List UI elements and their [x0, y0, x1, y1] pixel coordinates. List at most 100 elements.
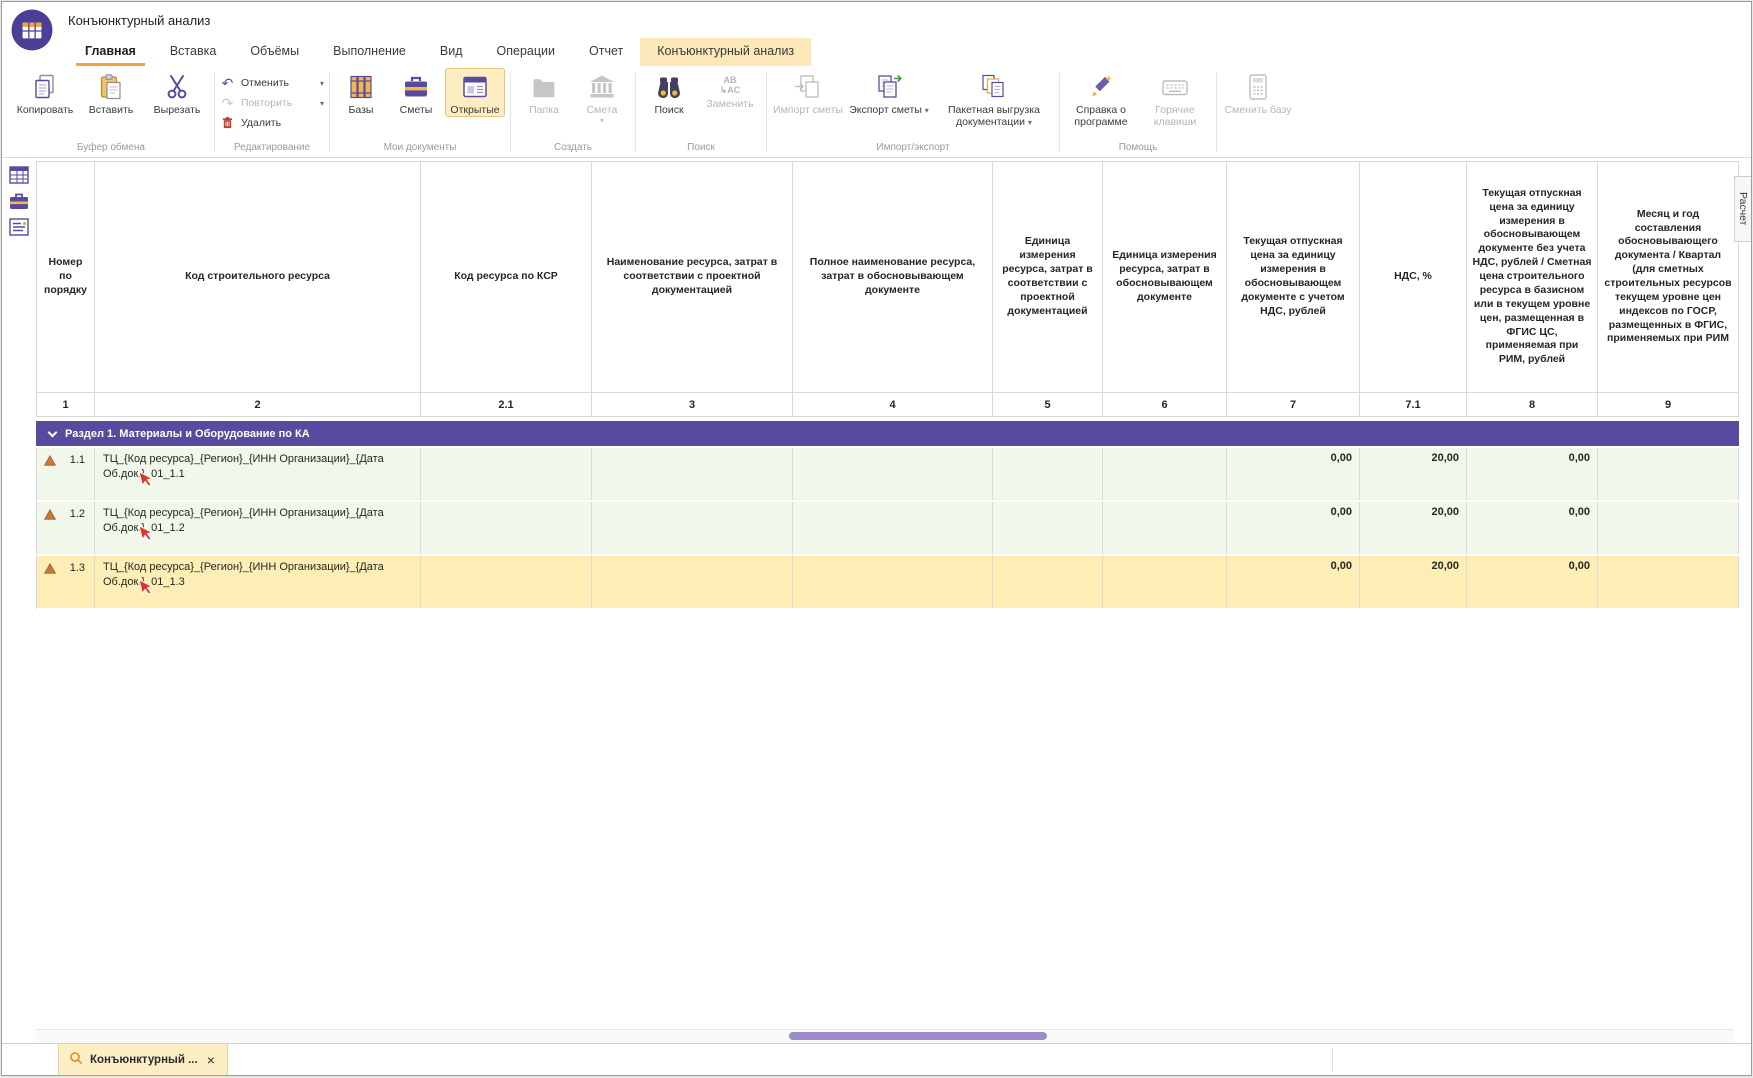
horizontal-scrollbar[interactable]: [36, 1029, 1734, 1042]
tab-obyomy[interactable]: Объёмы: [233, 38, 316, 66]
table-cell[interactable]: 1.1: [37, 448, 95, 500]
about-button[interactable]: Справка о программе: [1065, 68, 1137, 130]
delete-button[interactable]: Удалить: [220, 115, 324, 131]
table-cell[interactable]: [1598, 556, 1739, 608]
table-cell[interactable]: [793, 502, 993, 554]
column-header[interactable]: НДС, %: [1360, 162, 1467, 392]
vat-percent-cell[interactable]: 20,00: [1360, 556, 1467, 608]
price-with-vat-cell[interactable]: 0,00: [1227, 448, 1360, 500]
table-cell[interactable]: [793, 448, 993, 500]
list-panel-icon[interactable]: [8, 217, 30, 237]
column-header[interactable]: Месяц и год составления обосновывающего …: [1598, 162, 1739, 392]
tab-otchet[interactable]: Отчет: [572, 38, 640, 66]
table-cell[interactable]: [592, 556, 793, 608]
price-with-vat-cell[interactable]: 0,00: [1227, 556, 1360, 608]
column-header[interactable]: Полное наименование ресурса, затрат в об…: [793, 162, 993, 392]
new-folder-button[interactable]: Папка: [516, 68, 572, 117]
redo-button[interactable]: ↷ Повторить ▾: [220, 95, 324, 111]
import-estimate-button[interactable]: Импорт сметы: [772, 68, 844, 117]
table-view-icon[interactable]: [8, 165, 30, 185]
column-header-label: Месяц и год составления обосновывающего …: [1603, 208, 1733, 347]
chevron-down-icon[interactable]: ▾: [320, 99, 324, 108]
left-panel-rail: [2, 160, 36, 243]
table-cell[interactable]: 1.2: [37, 502, 95, 554]
table-cell[interactable]: [421, 556, 592, 608]
table-cell[interactable]: [1103, 502, 1227, 554]
column-header[interactable]: Номер по порядку: [37, 162, 95, 392]
column-header[interactable]: Наименование ресурса, затрат в соответст…: [592, 162, 793, 392]
chevron-down-icon[interactable]: [48, 427, 58, 437]
table-row[interactable]: 1.2 ТЦ_{Код ресурса}_{Регион}_{ИНН Орган…: [36, 502, 1739, 556]
table-cell[interactable]: [1598, 448, 1739, 500]
scrollbar-thumb[interactable]: [789, 1032, 1047, 1040]
batch-upload-button[interactable]: Пакетная выгрузка документации ▾: [934, 68, 1054, 130]
column-header[interactable]: Единица измерения ресурса, затрат в обос…: [1103, 162, 1227, 392]
table-cell[interactable]: ТЦ_{Код ресурса}_{Регион}_{ИНН Организац…: [95, 448, 421, 500]
tab-label: Операции: [497, 44, 555, 58]
chevron-down-icon[interactable]: ▾: [925, 106, 929, 115]
tab-vid[interactable]: Вид: [423, 38, 480, 66]
vat-percent-cell[interactable]: 20,00: [1360, 502, 1467, 554]
column-header[interactable]: Текущая отпускная цена за единицу измере…: [1227, 162, 1360, 392]
copy-icon: [30, 72, 60, 102]
change-base-button[interactable]: Сменить базу: [1222, 68, 1294, 117]
table-cell[interactable]: [421, 502, 592, 554]
vat-percent-cell[interactable]: 20,00: [1360, 448, 1467, 500]
undo-button[interactable]: ↶ Отменить ▾: [220, 75, 324, 91]
price-without-vat-cell[interactable]: 0,00: [1467, 556, 1598, 608]
export-estimate-button[interactable]: Экспорт сметы ▾: [846, 68, 932, 117]
table-cell[interactable]: [1103, 448, 1227, 500]
find-button[interactable]: Поиск: [641, 68, 697, 117]
estimates-button[interactable]: Сметы: [389, 68, 443, 117]
new-estimate-button[interactable]: Смета ▾: [574, 68, 630, 126]
tab-vstavka[interactable]: Вставка: [153, 38, 233, 66]
table-cell[interactable]: ТЦ_{Код ресурса}_{Регион}_{ИНН Организац…: [95, 502, 421, 554]
column-number: 2: [95, 393, 421, 416]
ribbon-group-search: Поиск AB ↳AC Заменить Поиск: [636, 68, 766, 157]
table-cell[interactable]: [421, 448, 592, 500]
price-without-vat-cell[interactable]: 0,00: [1467, 448, 1598, 500]
table-cell[interactable]: [793, 556, 993, 608]
ribbon: Копировать Вставить Вырезать Буфер обмен…: [2, 66, 1751, 158]
side-tab-raschet[interactable]: Расчет: [1734, 176, 1751, 242]
table-cell[interactable]: 1.3: [37, 556, 95, 608]
table-cell[interactable]: [993, 448, 1103, 500]
hotkeys-button[interactable]: Горячие клавиши: [1139, 68, 1211, 130]
copy-button[interactable]: Копировать: [13, 68, 77, 117]
chevron-down-icon[interactable]: ▾: [320, 79, 324, 88]
column-header[interactable]: Текущая отпускная цена за единицу измере…: [1467, 162, 1598, 392]
tab-operacii[interactable]: Операции: [480, 38, 572, 66]
table-cell[interactable]: [993, 556, 1103, 608]
table-row-selected[interactable]: 1.3 ТЦ_{Код ресурса}_{Регион}_{ИНН Орган…: [36, 556, 1739, 610]
table-cell[interactable]: [592, 502, 793, 554]
chevron-down-icon[interactable]: ▾: [600, 116, 604, 125]
estimates-button-label: Сметы: [400, 104, 433, 116]
column-header[interactable]: Код строительного ресурса: [95, 162, 421, 392]
tab-glavnaya[interactable]: Главная: [68, 38, 153, 66]
table-cell[interactable]: ТЦ_{Код ресурса}_{Регион}_{ИНН Организац…: [95, 556, 421, 608]
column-header[interactable]: Код ресурса по КСР: [421, 162, 592, 392]
tab-konyunkturny-analiz[interactable]: Конъюнктурный анализ: [640, 38, 811, 66]
briefcase-icon: [401, 72, 431, 102]
open-documents-button[interactable]: Открытые: [445, 68, 505, 117]
bases-button[interactable]: Базы: [335, 68, 387, 117]
help-pencil-icon: [1086, 72, 1116, 102]
chevron-down-icon[interactable]: ▾: [1028, 118, 1032, 127]
close-icon[interactable]: ×: [205, 1052, 217, 1068]
section-row[interactable]: Раздел 1. Материалы и Оборудование по КА: [36, 421, 1739, 446]
table-cell[interactable]: [592, 448, 793, 500]
briefcase-panel-icon[interactable]: [8, 191, 30, 211]
table-row[interactable]: 1.1 ТЦ_{Код ресурса}_{Регион}_{ИНН Орган…: [36, 448, 1739, 502]
document-tab[interactable]: Конъюнктурный ... ×: [58, 1044, 228, 1075]
replace-button[interactable]: AB ↳AC Заменить: [699, 68, 761, 111]
table-cell[interactable]: [993, 502, 1103, 554]
cut-button[interactable]: Вырезать: [145, 68, 209, 117]
column-header[interactable]: Единица измерения ресурса, затрат в соот…: [993, 162, 1103, 392]
table-cell[interactable]: [1103, 556, 1227, 608]
table-cell[interactable]: [1598, 502, 1739, 554]
price-without-vat-cell[interactable]: 0,00: [1467, 502, 1598, 554]
tab-vypolnenie[interactable]: Выполнение: [316, 38, 423, 66]
paste-button[interactable]: Вставить: [79, 68, 143, 117]
ribbon-group-import-export: Импорт сметы Экспорт сметы ▾ Пакетная вы…: [767, 68, 1059, 157]
price-with-vat-cell[interactable]: 0,00: [1227, 502, 1360, 554]
